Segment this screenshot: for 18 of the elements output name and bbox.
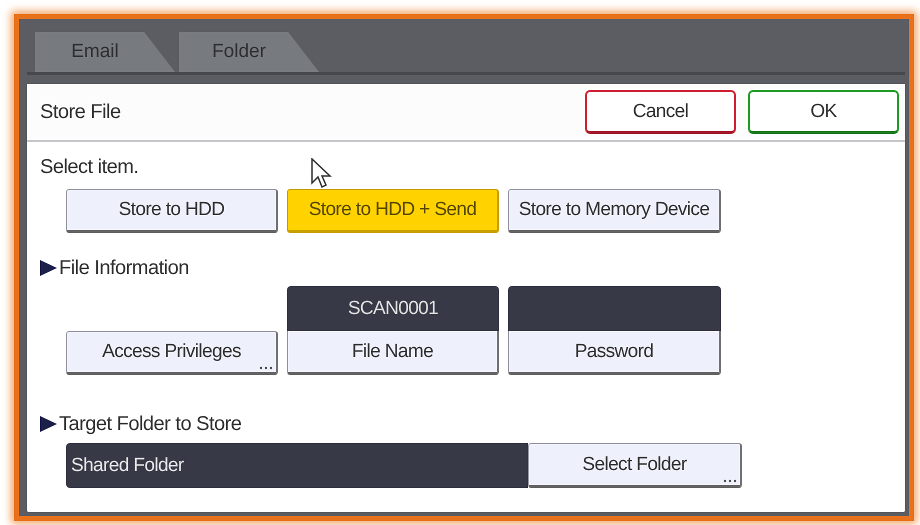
option-button[interactable]: Store to Memory Device [508,189,721,233]
cancel-button[interactable]: Cancel [585,90,736,134]
section-heading: Target Folder to Store [59,412,242,436]
triangle-icon [40,260,57,276]
section-heading: File Information [59,256,189,280]
option-button[interactable]: Store to HDD + Send [287,189,499,233]
mouse-pointer-icon [311,158,333,190]
field-button[interactable]: Password [508,331,721,375]
dialog-title: Store File [40,100,122,124]
folder-value: Shared Folder [66,443,528,488]
value-display: SCAN0001 [287,286,499,331]
privileges-button[interactable]: Access Privileges [66,331,278,375]
select-folder-button[interactable]: Select Folder [528,443,742,488]
field-button[interactable]: File Name [287,331,499,375]
prompt-text: Select item. [40,156,138,179]
triangle-icon [40,416,57,432]
ok-button[interactable]: OK [748,90,899,134]
option-button[interactable]: Store to HDD [66,189,278,233]
